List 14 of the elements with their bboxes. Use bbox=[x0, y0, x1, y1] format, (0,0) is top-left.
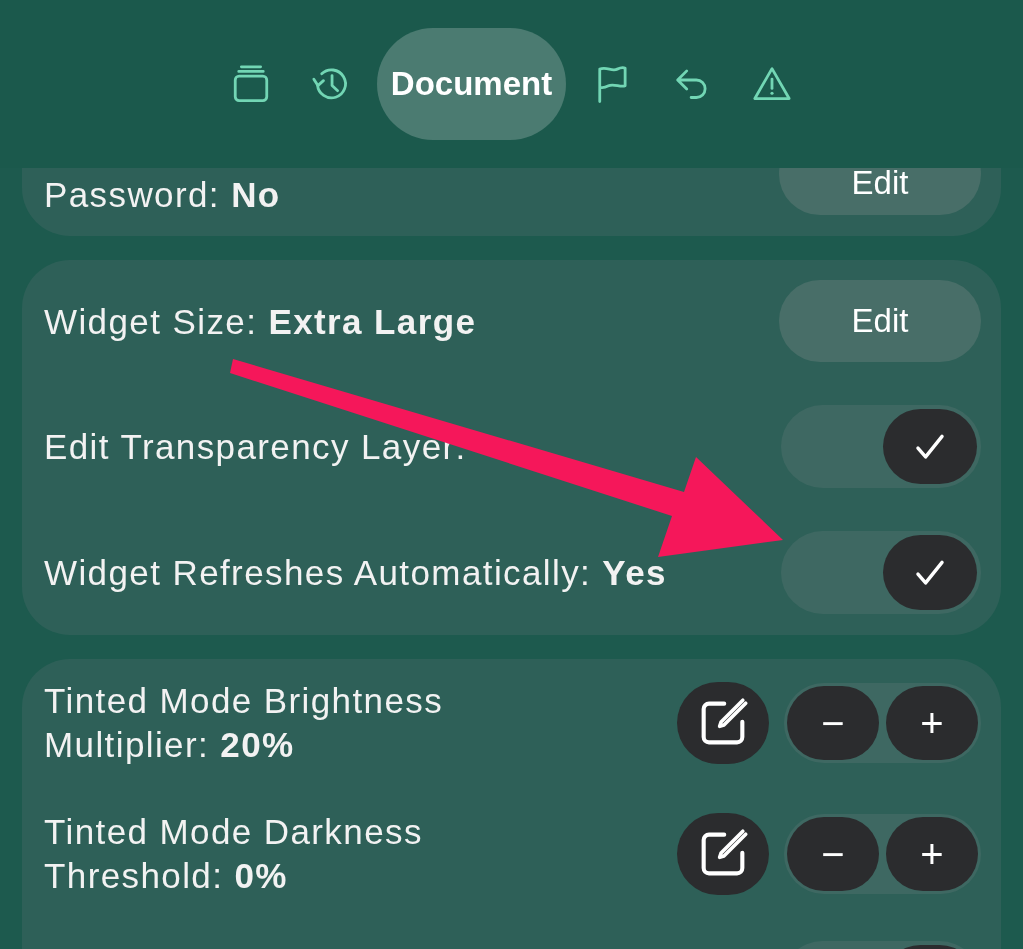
document-tab[interactable]: Document bbox=[376, 28, 567, 140]
toggle-switch[interactable] bbox=[781, 531, 981, 614]
plus-button[interactable]: + bbox=[886, 686, 978, 760]
minus-button[interactable]: − bbox=[787, 686, 879, 760]
setting-label: Password: No bbox=[44, 174, 281, 216]
setting-label: Widget Size: Extra Large bbox=[44, 301, 477, 343]
setting-label: Edit Transparency Layer: bbox=[44, 425, 467, 468]
edit-button[interactable]: Edit bbox=[779, 168, 981, 215]
edit-button[interactable]: Edit bbox=[779, 280, 981, 362]
setting-label: Widget Refreshes Automatically: Yes bbox=[44, 551, 667, 594]
minus-button[interactable]: − bbox=[787, 817, 879, 891]
plus-button[interactable]: + bbox=[886, 817, 978, 891]
setting-label: Tinted Mode Brightness Multiplier: 20% bbox=[44, 680, 445, 766]
setting-label: Tinted Mode Darkness Threshold: 0% bbox=[44, 811, 424, 897]
